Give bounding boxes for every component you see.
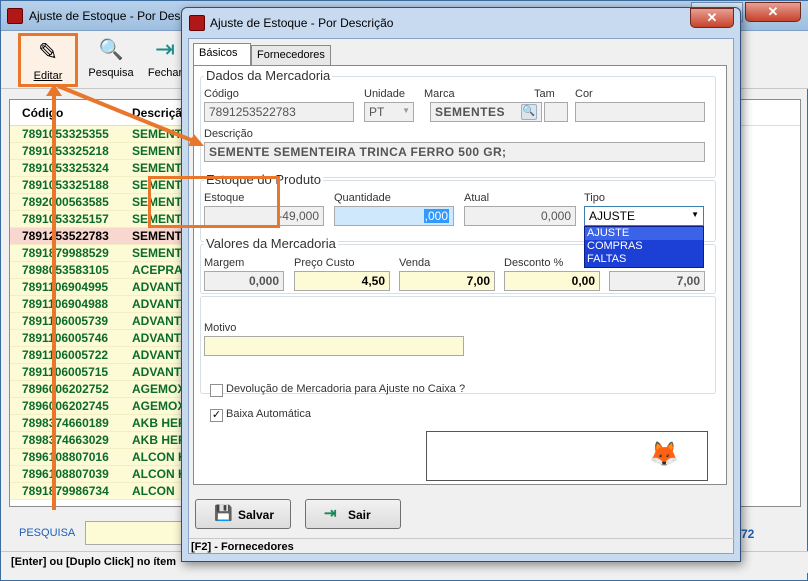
tab-basicos[interactable]: Básicos (193, 43, 251, 65)
annotation-arrow-diagonal (57, 84, 204, 146)
